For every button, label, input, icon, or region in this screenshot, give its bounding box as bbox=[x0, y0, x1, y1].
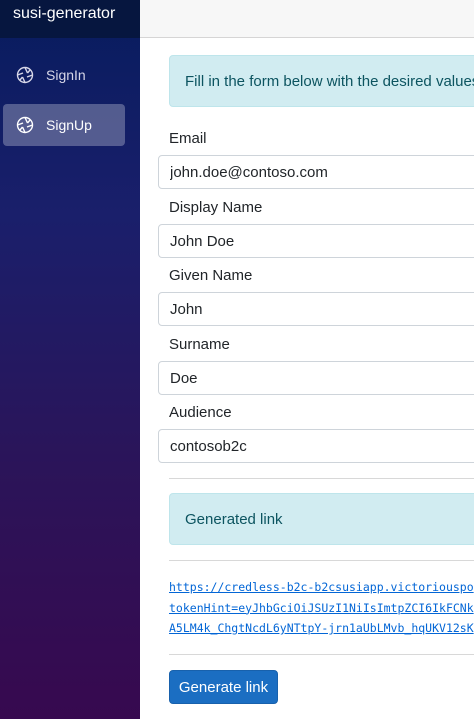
generated-link-alert: Generated link bbox=[169, 493, 474, 545]
main-content: Fill in the form below with the desired … bbox=[140, 38, 474, 719]
audience-field[interactable] bbox=[158, 429, 474, 463]
generated-link[interactable]: https://credless-b2c-b2csusiapp.victorio… bbox=[169, 577, 474, 639]
given-name-label: Given Name bbox=[169, 267, 252, 284]
sidebar: susi-generator SignIn SignUp bbox=[0, 0, 140, 719]
generated-link-line[interactable]: tokenHint=eyJhbGciOiJSUzI1NiIsImtpZCI6Ik… bbox=[169, 598, 474, 619]
generate-link-button[interactable]: Generate link bbox=[169, 670, 278, 704]
generated-link-line[interactable]: A5LM4k_ChgtNcdL6yNTtpY-jrn1aUbLMvb_hqUKV… bbox=[169, 618, 474, 639]
nav-item-signup[interactable]: SignUp bbox=[3, 104, 125, 146]
surname-field[interactable] bbox=[158, 361, 474, 395]
email-field[interactable] bbox=[158, 155, 474, 189]
display-name-label: Display Name bbox=[169, 199, 262, 216]
divider bbox=[169, 478, 474, 479]
given-name-field[interactable] bbox=[158, 292, 474, 326]
aperture-icon bbox=[16, 66, 34, 84]
generated-link-line[interactable]: https://credless-b2c-b2csusiapp.victorio… bbox=[169, 577, 474, 598]
instructions-text: Fill in the form below with the desired … bbox=[185, 73, 474, 90]
generated-link-heading: Generated link bbox=[185, 511, 283, 528]
divider bbox=[169, 560, 474, 561]
display-name-field[interactable] bbox=[158, 224, 474, 258]
instructions-alert: Fill in the form below with the desired … bbox=[169, 55, 474, 107]
nav-item-signin[interactable]: SignIn bbox=[3, 54, 125, 96]
aperture-icon bbox=[16, 116, 34, 134]
surname-label: Surname bbox=[169, 336, 230, 353]
nav-item-label: SignUp bbox=[46, 117, 92, 133]
email-label: Email bbox=[169, 130, 207, 147]
top-bar bbox=[140, 0, 474, 38]
divider bbox=[169, 654, 474, 655]
audience-label: Audience bbox=[169, 404, 232, 421]
nav-item-label: SignIn bbox=[46, 67, 86, 83]
app-title[interactable]: susi-generator bbox=[0, 0, 140, 38]
